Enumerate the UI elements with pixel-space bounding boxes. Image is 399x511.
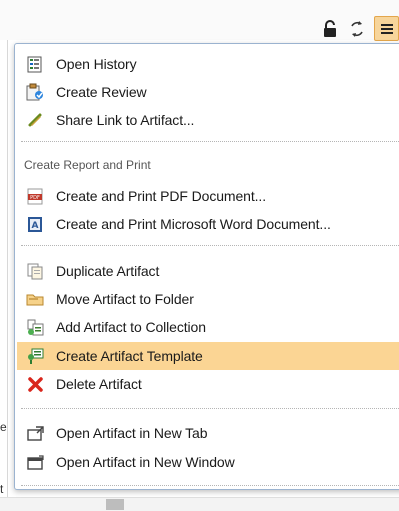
menu-separator bbox=[21, 141, 399, 142]
folder-move-icon bbox=[26, 290, 44, 308]
menu-item-print-word[interactable]: A Create and Print Microsoft Word Docume… bbox=[17, 210, 399, 238]
svg-text:A: A bbox=[32, 221, 39, 231]
duplicate-icon bbox=[26, 262, 44, 280]
menu-button[interactable] bbox=[374, 16, 399, 41]
menu-item-label: Add Artifact to Collection bbox=[56, 319, 206, 335]
menu-item-add-to-collection[interactable]: Add Artifact to Collection bbox=[17, 313, 399, 341]
delete-icon bbox=[26, 375, 44, 393]
menu-item-label: Move Artifact to Folder bbox=[56, 291, 194, 307]
svg-text:PDF: PDF bbox=[30, 195, 40, 201]
hamburger-menu-icon bbox=[380, 22, 393, 36]
pdf-icon: PDF bbox=[26, 187, 44, 205]
panel-divider bbox=[7, 40, 8, 510]
new-window-icon bbox=[26, 453, 44, 471]
splitter-grip[interactable] bbox=[106, 499, 124, 510]
menu-item-open-new-tab[interactable]: Open Artifact in New Tab bbox=[17, 419, 399, 447]
menu-item-label: Share Link to Artifact... bbox=[56, 112, 195, 128]
menu-separator bbox=[21, 408, 399, 409]
menu-item-label: Open Artifact in New Tab bbox=[56, 425, 208, 441]
menu-item-label: Open History bbox=[56, 56, 137, 72]
sync-button[interactable] bbox=[346, 18, 368, 40]
menu-item-share-link[interactable]: Share Link to Artifact... bbox=[17, 106, 399, 134]
word-icon: A bbox=[26, 215, 44, 233]
review-icon bbox=[26, 83, 44, 101]
menu-separator bbox=[21, 245, 399, 246]
sync-icon bbox=[351, 21, 363, 37]
new-tab-icon bbox=[26, 424, 44, 442]
menu-item-open-new-window[interactable]: Open Artifact in New Window bbox=[17, 448, 399, 476]
artifact-actions-menu: Open History Create Review Share Link to… bbox=[14, 43, 399, 490]
menu-item-label: Create Review bbox=[56, 84, 147, 100]
menu-item-label: Create and Print Microsoft Word Document… bbox=[56, 216, 331, 232]
collection-icon bbox=[26, 318, 44, 336]
menu-separator bbox=[21, 485, 399, 486]
menu-item-create-review[interactable]: Create Review bbox=[17, 78, 399, 106]
section-header-report: Create Report and Print bbox=[24, 158, 151, 172]
template-icon bbox=[26, 347, 44, 365]
background-text-fragment: t bbox=[0, 482, 4, 496]
link-icon bbox=[26, 111, 44, 129]
background-text-fragment: e bbox=[0, 420, 7, 434]
menu-item-open-history[interactable]: Open History bbox=[17, 50, 399, 78]
bottom-panel bbox=[0, 497, 399, 511]
menu-item-move-to-folder[interactable]: Move Artifact to Folder bbox=[17, 285, 399, 313]
menu-item-duplicate[interactable]: Duplicate Artifact bbox=[17, 257, 399, 285]
menu-item-print-pdf[interactable]: PDF Create and Print PDF Document... bbox=[17, 182, 399, 210]
menu-item-label: Open Artifact in New Window bbox=[56, 454, 235, 470]
history-icon bbox=[26, 55, 44, 73]
menu-item-label: Create Artifact Template bbox=[56, 348, 203, 364]
menu-item-delete[interactable]: Delete Artifact bbox=[17, 370, 399, 398]
menu-item-create-template[interactable]: Create Artifact Template bbox=[17, 342, 399, 370]
menu-item-label: Duplicate Artifact bbox=[56, 263, 160, 279]
menu-item-label: Create and Print PDF Document... bbox=[56, 188, 266, 204]
lock-button[interactable] bbox=[319, 18, 341, 40]
menu-item-label: Delete Artifact bbox=[56, 376, 142, 392]
lock-icon bbox=[324, 20, 336, 37]
